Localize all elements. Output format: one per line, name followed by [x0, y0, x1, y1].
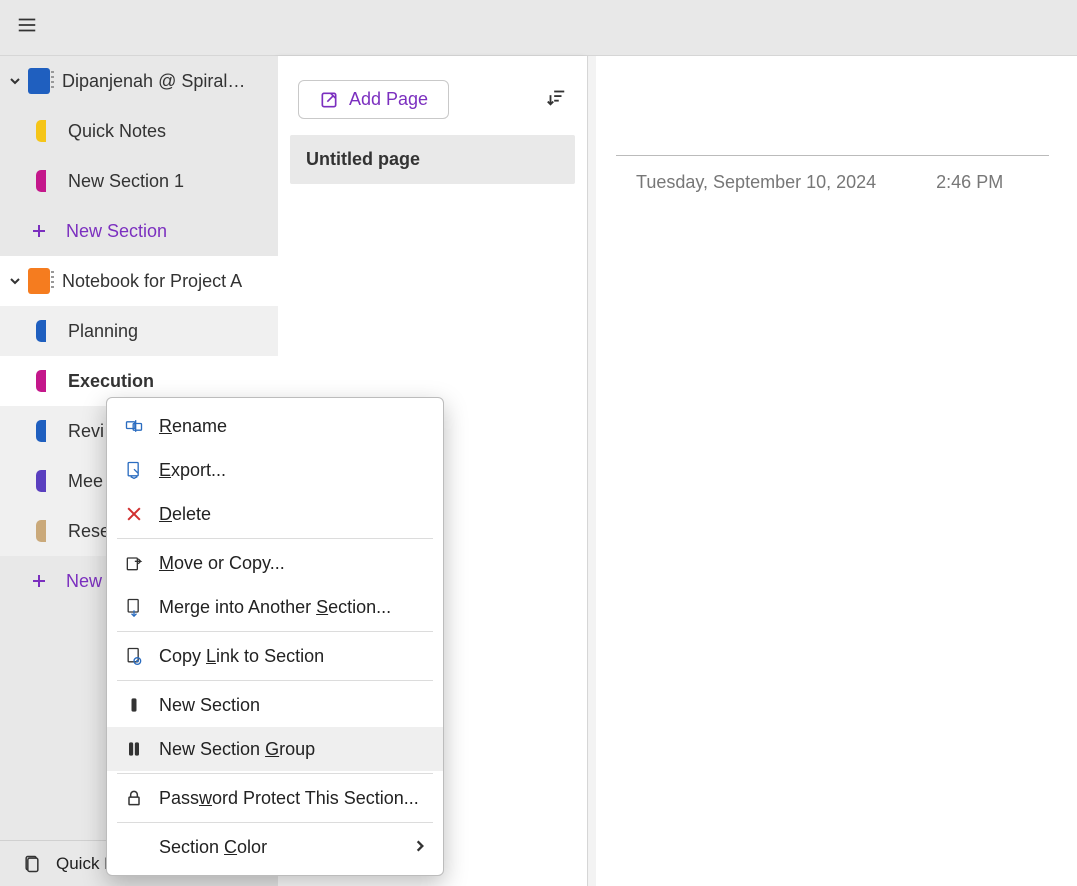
menu-separator	[117, 773, 433, 774]
note-title-input[interactable]	[616, 112, 1049, 156]
plus-icon	[30, 572, 48, 590]
menu-new-section-group[interactable]: New Section Group	[107, 727, 443, 771]
chevron-right-icon	[413, 837, 427, 858]
lock-icon	[123, 787, 145, 809]
hamburger-menu-icon[interactable]	[10, 8, 44, 47]
menu-delete[interactable]: Delete	[107, 492, 443, 536]
chevron-down-icon	[6, 75, 24, 87]
new-section-label: New	[66, 571, 102, 592]
add-page-label: Add Page	[349, 89, 428, 110]
menu-separator	[117, 680, 433, 681]
section-color-icon	[36, 470, 46, 492]
section-color-icon	[36, 370, 46, 392]
rename-icon	[123, 415, 145, 437]
section-label: New Section 1	[68, 171, 184, 192]
section-color-icon	[36, 520, 46, 542]
menu-copy-link[interactable]: Copy Link to Section	[107, 634, 443, 678]
section-label: Mee	[68, 471, 103, 492]
menu-label: Export...	[159, 460, 226, 481]
section-label: Revi	[68, 421, 104, 442]
menu-export[interactable]: Export...	[107, 448, 443, 492]
page-item[interactable]: Untitled page	[290, 135, 575, 184]
menu-separator	[117, 631, 433, 632]
menu-label: Password Protect This Section...	[159, 788, 419, 809]
notebook-header[interactable]: Dipanjenah @ Spiral…	[0, 56, 278, 106]
menu-label: New Section Group	[159, 739, 315, 760]
section-label: Planning	[68, 321, 138, 342]
note-date: Tuesday, September 10, 2024	[636, 172, 876, 193]
section-icon	[123, 694, 145, 716]
section-label: Quick Notes	[68, 121, 166, 142]
menu-rename[interactable]: Rename	[107, 404, 443, 448]
sort-pages-icon[interactable]	[545, 86, 567, 113]
move-copy-icon	[123, 552, 145, 574]
menu-separator	[117, 538, 433, 539]
delete-icon	[123, 503, 145, 525]
copy-link-icon	[123, 645, 145, 667]
section-item-planning[interactable]: Planning	[0, 306, 278, 356]
menu-label: Move or Copy...	[159, 553, 285, 574]
new-section-label: New Section	[66, 221, 167, 242]
menu-merge-section[interactable]: Merge into Another Section...	[107, 585, 443, 629]
note-canvas[interactable]: Tuesday, September 10, 2024 2:46 PM	[588, 56, 1077, 886]
notebook-header[interactable]: Notebook for Project A	[0, 256, 278, 306]
menu-password-protect[interactable]: Password Protect This Section...	[107, 776, 443, 820]
add-page-button[interactable]: Add Page	[298, 80, 449, 119]
new-section-button[interactable]: New Section	[0, 206, 278, 256]
notebook-icon	[28, 268, 50, 294]
add-page-icon	[319, 90, 339, 110]
menu-section-color[interactable]: Section Color	[107, 825, 443, 869]
section-color-icon	[36, 320, 46, 342]
notebook-icon	[28, 68, 50, 94]
menu-new-section[interactable]: New Section	[107, 683, 443, 727]
section-label: Execution	[68, 371, 154, 392]
merge-icon	[123, 596, 145, 618]
menu-label: Merge into Another Section...	[159, 597, 391, 618]
page-title: Untitled page	[306, 149, 420, 169]
notebook-name: Notebook for Project A	[62, 271, 242, 292]
note-time: 2:46 PM	[936, 172, 1003, 193]
section-item-quick-notes[interactable]: Quick Notes	[0, 106, 278, 156]
menu-label: Section Color	[159, 837, 267, 858]
menu-separator	[117, 822, 433, 823]
menu-label: Delete	[159, 504, 211, 525]
section-context-menu: Rename Export... Delete Move or Copy... …	[106, 397, 444, 876]
section-label: Rese	[68, 521, 110, 542]
section-group-icon	[123, 738, 145, 760]
menu-move-or-copy[interactable]: Move or Copy...	[107, 541, 443, 585]
export-icon	[123, 459, 145, 481]
section-color-icon	[36, 120, 46, 142]
section-color-icon	[36, 420, 46, 442]
plus-icon	[30, 222, 48, 240]
menu-label: New Section	[159, 695, 260, 716]
menu-label: Rename	[159, 416, 227, 437]
section-color-icon	[36, 170, 46, 192]
titlebar	[0, 0, 1077, 56]
section-item-new-section-1[interactable]: New Section 1	[0, 156, 278, 206]
page-icon	[22, 854, 42, 874]
menu-label: Copy Link to Section	[159, 646, 324, 667]
notebook-name: Dipanjenah @ Spiral…	[62, 71, 245, 92]
note-meta: Tuesday, September 10, 2024 2:46 PM	[616, 172, 1049, 193]
chevron-down-icon	[6, 275, 24, 287]
